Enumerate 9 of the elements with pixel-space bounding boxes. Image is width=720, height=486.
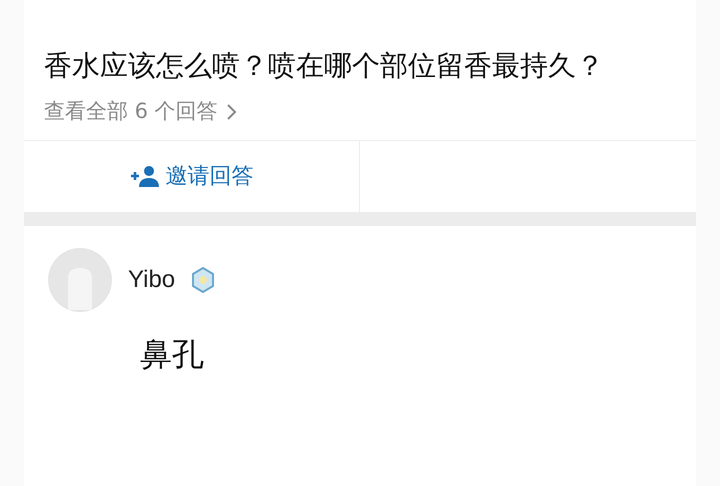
chevron-right-icon — [226, 102, 238, 121]
view-all-answers-link[interactable]: 查看全部 6 个回答 — [44, 96, 238, 128]
answer-text: 鼻孔 — [140, 334, 205, 374]
question-title: 香水应该怎么喷？喷在哪个部位留香最持久？ — [44, 48, 605, 84]
add-person-icon — [130, 164, 160, 188]
author-name[interactable]: Yibo — [128, 262, 176, 298]
badge-icon — [191, 266, 216, 292]
invite-answer-button[interactable]: 邀请回答 — [130, 160, 254, 192]
avatar — [48, 248, 112, 312]
